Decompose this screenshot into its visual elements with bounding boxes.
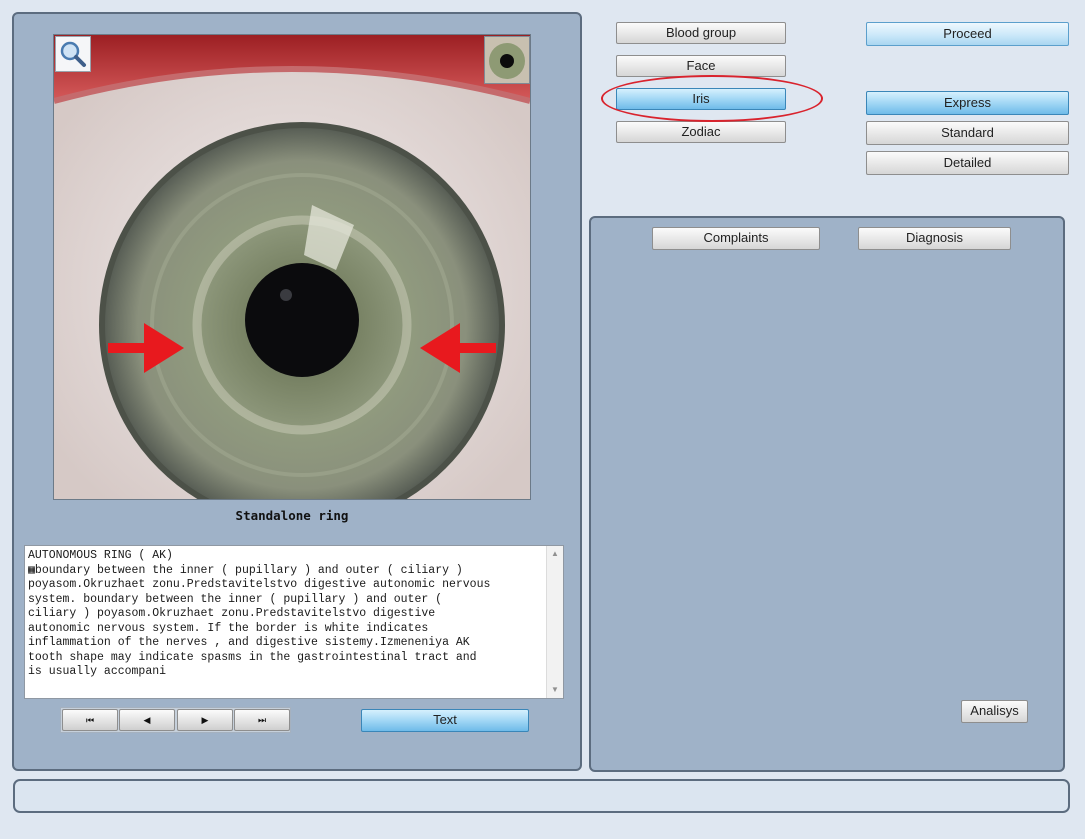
- description-scrollbar[interactable]: ▲ ▼: [546, 546, 563, 698]
- eye-thumbnail[interactable]: [484, 36, 530, 84]
- blood-group-button[interactable]: Blood group: [616, 22, 786, 44]
- description-text: AUTONOMOUS RING ( AK) ▦boundary between …: [28, 549, 491, 678]
- nav-last-button[interactable]: ⏭: [234, 709, 290, 731]
- nav-first-button[interactable]: ⏮: [62, 709, 118, 731]
- scroll-up-icon[interactable]: ▲: [547, 548, 563, 560]
- nav-prev-button[interactable]: ◀: [119, 709, 175, 731]
- scroll-down-icon[interactable]: ▼: [547, 684, 563, 696]
- skip-last-icon: ⏭: [257, 715, 267, 725]
- prev-icon: ◀: [143, 715, 151, 725]
- status-bar: [13, 779, 1070, 813]
- tab-diagnosis[interactable]: Diagnosis: [858, 227, 1011, 250]
- standard-button[interactable]: Standard: [866, 121, 1069, 145]
- zodiac-button[interactable]: Zodiac: [616, 121, 786, 143]
- next-icon: ▶: [201, 715, 209, 725]
- express-button[interactable]: Express: [866, 91, 1069, 115]
- image-caption: Standalone ring: [235, 508, 349, 523]
- analysis-button[interactable]: Analisys: [961, 700, 1028, 723]
- detailed-button[interactable]: Detailed: [866, 151, 1069, 175]
- tab-complaints[interactable]: Complaints: [652, 227, 820, 250]
- navigation-bar: ⏮ ◀ ▶ ⏭: [60, 707, 291, 733]
- iris-image[interactable]: [53, 34, 531, 500]
- results-panel: [589, 216, 1065, 772]
- zoom-button[interactable]: [55, 36, 91, 72]
- description-textbox[interactable]: AUTONOMOUS RING ( AK) ▦boundary between …: [24, 545, 564, 699]
- skip-first-icon: ⏮: [85, 715, 95, 725]
- magnifier-icon: [60, 41, 86, 67]
- face-button[interactable]: Face: [616, 55, 786, 77]
- proceed-button[interactable]: Proceed: [866, 22, 1069, 46]
- text-button[interactable]: Text: [361, 709, 529, 732]
- eye-thumbnail-icon: [485, 37, 529, 83]
- nav-next-button[interactable]: ▶: [177, 709, 233, 731]
- iris-button[interactable]: Iris: [616, 88, 786, 110]
